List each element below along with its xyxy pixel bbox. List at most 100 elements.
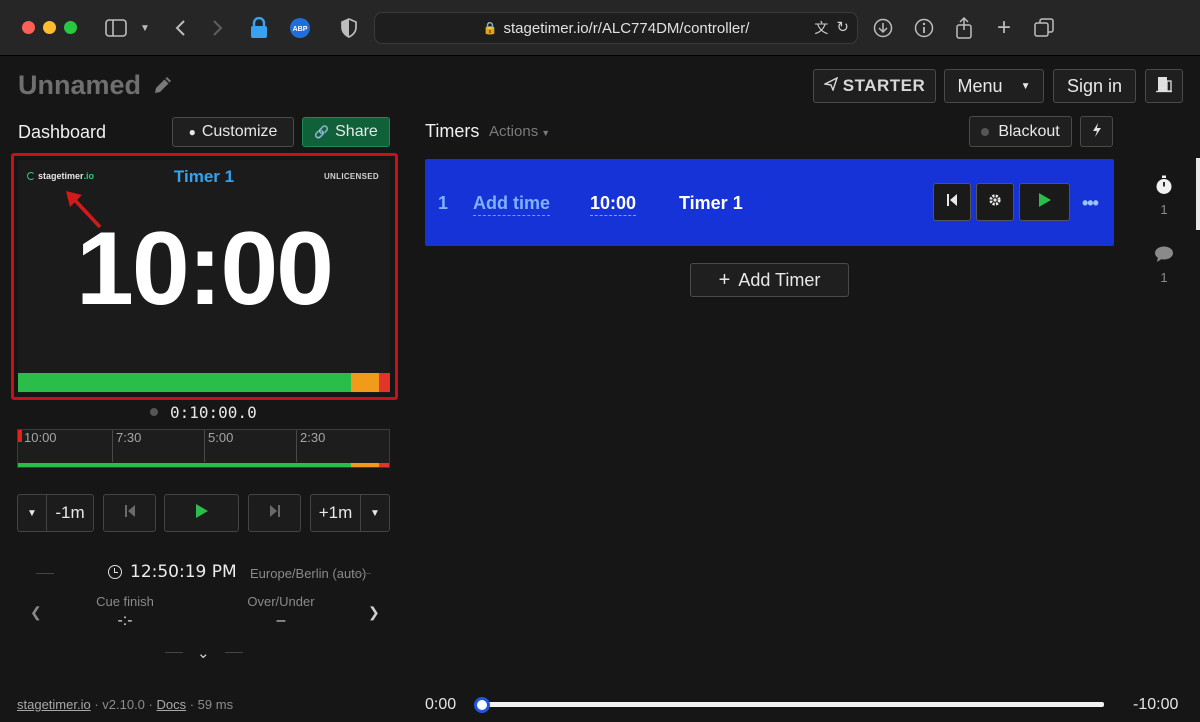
clock-icon (108, 565, 122, 579)
caret-down-icon: ▼ (541, 128, 551, 138)
timeline-mark: 2:30 (296, 430, 325, 462)
timer-duration[interactable]: 10:00 (590, 193, 637, 216)
add-minute-button[interactable]: +1m (310, 494, 361, 532)
door-icon (1155, 75, 1173, 98)
flash-button[interactable] (1080, 116, 1113, 147)
subtract-minute-button[interactable]: -1m (46, 494, 94, 532)
timer-name[interactable]: Timer 1 (679, 193, 743, 214)
project-title[interactable]: Unnamed (18, 70, 141, 101)
play-icon (1038, 192, 1052, 212)
minimize-window-button[interactable] (43, 21, 56, 34)
timer-settings-button[interactable] (976, 183, 1014, 221)
sidebar-toggle-icon[interactable] (104, 16, 128, 40)
latency-text: 59 ms (197, 697, 234, 712)
play-icon (195, 503, 209, 524)
minus-options-dropdown[interactable]: ▼ (17, 494, 47, 532)
timer-index: 1 (438, 193, 449, 213)
playhead-marker[interactable] (18, 430, 22, 442)
add-timer-button[interactable]: + Add Timer (690, 263, 849, 297)
reload-icon[interactable]: ↻ (836, 18, 849, 38)
menu-dropdown[interactable]: Menu ▼ (944, 69, 1044, 103)
shield-icon[interactable] (338, 16, 360, 40)
bar-red-segment (379, 373, 390, 392)
timeline-mark: 5:00 (204, 430, 233, 462)
bar-orange-segment (351, 373, 379, 392)
share-page-icon[interactable] (953, 16, 975, 40)
plus-options-dropdown[interactable]: ▼ (360, 494, 390, 532)
pencil-icon[interactable] (152, 74, 174, 96)
timer-row[interactable]: 1 Add time 10:00 Timer 1 ••• (425, 159, 1114, 246)
skip-forward-icon (269, 503, 281, 523)
cue-finish-label: Cue finish (96, 594, 154, 609)
progress-slider-track[interactable] (482, 702, 1104, 707)
play-button[interactable] (164, 494, 239, 532)
timeline-mark: 10:00 (24, 430, 57, 445)
rail-messages[interactable]: 1 (1150, 245, 1178, 285)
rail-timers[interactable]: 1 (1150, 175, 1178, 217)
address-bar[interactable]: 🔒 stagetimer.io/r/ALC774DM/controller/ 文… (374, 12, 858, 44)
license-badge: UNLICENSED (323, 172, 379, 181)
clock-row: 12:50:19 PM Europe/Berlin (auto) (36, 562, 371, 584)
lock-icon: 🔒 (482, 21, 498, 35)
add-time-link[interactable]: Add time (473, 193, 551, 216)
site-link[interactable]: stagetimer.io (17, 697, 91, 712)
close-window-button[interactable] (22, 21, 35, 34)
preview-progress-bar (18, 373, 390, 392)
forward-icon[interactable] (208, 16, 228, 40)
chevron-left-icon[interactable]: ❮ (30, 604, 42, 621)
new-tab-icon[interactable]: + (993, 14, 1015, 41)
sign-in-button[interactable]: Sign in (1053, 69, 1136, 103)
link-icon: 🔗 (314, 125, 330, 139)
expand-chevron-down-icon[interactable]: ⌄ (197, 644, 210, 662)
gear-icon (988, 193, 1002, 211)
timeline-scrubber[interactable]: 10:00 7:30 5:00 2:30 (17, 429, 390, 468)
timers-count: 1 (1160, 202, 1168, 217)
customize-button[interactable]: ● Customize (172, 117, 294, 147)
info-icon[interactable] (913, 16, 935, 40)
stopwatch-icon (1155, 175, 1173, 199)
messages-count: 1 (1160, 270, 1168, 285)
adblock-icon[interactable]: ABP (288, 16, 312, 40)
zoom-window-button[interactable] (64, 21, 77, 34)
cue-finish-value: -:- (117, 612, 133, 629)
chevron-right-icon[interactable]: ❯ (368, 604, 380, 621)
chevron-down-icon[interactable]: ▼ (138, 16, 152, 40)
translate-icon[interactable]: 文 (814, 18, 828, 38)
footer: stagetimer.io · v2.10.0 · Docs · 59 ms (17, 697, 234, 712)
actions-dropdown[interactable]: Actions ▼ (489, 123, 550, 140)
start-timer-button[interactable] (1019, 183, 1070, 221)
starter-plan-button[interactable]: STARTER (813, 69, 936, 103)
docs-link[interactable]: Docs (156, 697, 186, 712)
status-dot (981, 127, 990, 136)
url-text: stagetimer.io/r/ALC774DM/controller/ (503, 19, 750, 37)
downloads-icon[interactable] (872, 16, 894, 40)
next-timer-button[interactable] (248, 494, 301, 532)
share-button[interactable]: 🔗 Share (302, 117, 390, 147)
tab-overview-icon[interactable] (1033, 16, 1055, 40)
progress-start-time: 0:00 (425, 696, 457, 713)
over-under-label: Over/Under (247, 594, 315, 609)
back-icon[interactable] (170, 16, 190, 40)
palette-icon: ● (188, 125, 196, 139)
svg-text:ABP: ABP (293, 26, 308, 33)
exit-room-button[interactable] (1145, 69, 1183, 103)
paper-plane-icon (822, 76, 838, 96)
share-label: Share (335, 123, 378, 140)
annotation-arrow-icon (66, 191, 102, 229)
scroll-indicator (1196, 158, 1200, 230)
status-dot (150, 408, 158, 416)
blackout-button[interactable]: Blackout (969, 116, 1072, 147)
skip-back-icon (946, 193, 958, 211)
password-lock-icon[interactable] (248, 16, 270, 40)
previous-timer-button[interactable] (103, 494, 156, 532)
over-under-value: – (276, 612, 286, 629)
browser-toolbar: ▼ ABP 🔒 stagetimer.io/r/ALC774DM/control… (0, 0, 1200, 56)
timeline-mark: 7:30 (112, 430, 141, 462)
reset-timer-button[interactable] (933, 183, 971, 221)
caret-down-icon: ▼ (1020, 80, 1031, 92)
bar-green-segment (18, 373, 351, 392)
current-time: 12:50:19 PM (108, 562, 237, 582)
more-options-icon[interactable]: ••• (1082, 193, 1099, 214)
progress-slider-handle[interactable] (474, 697, 490, 713)
elapsed-time: 0:10:00.0 (150, 401, 270, 423)
